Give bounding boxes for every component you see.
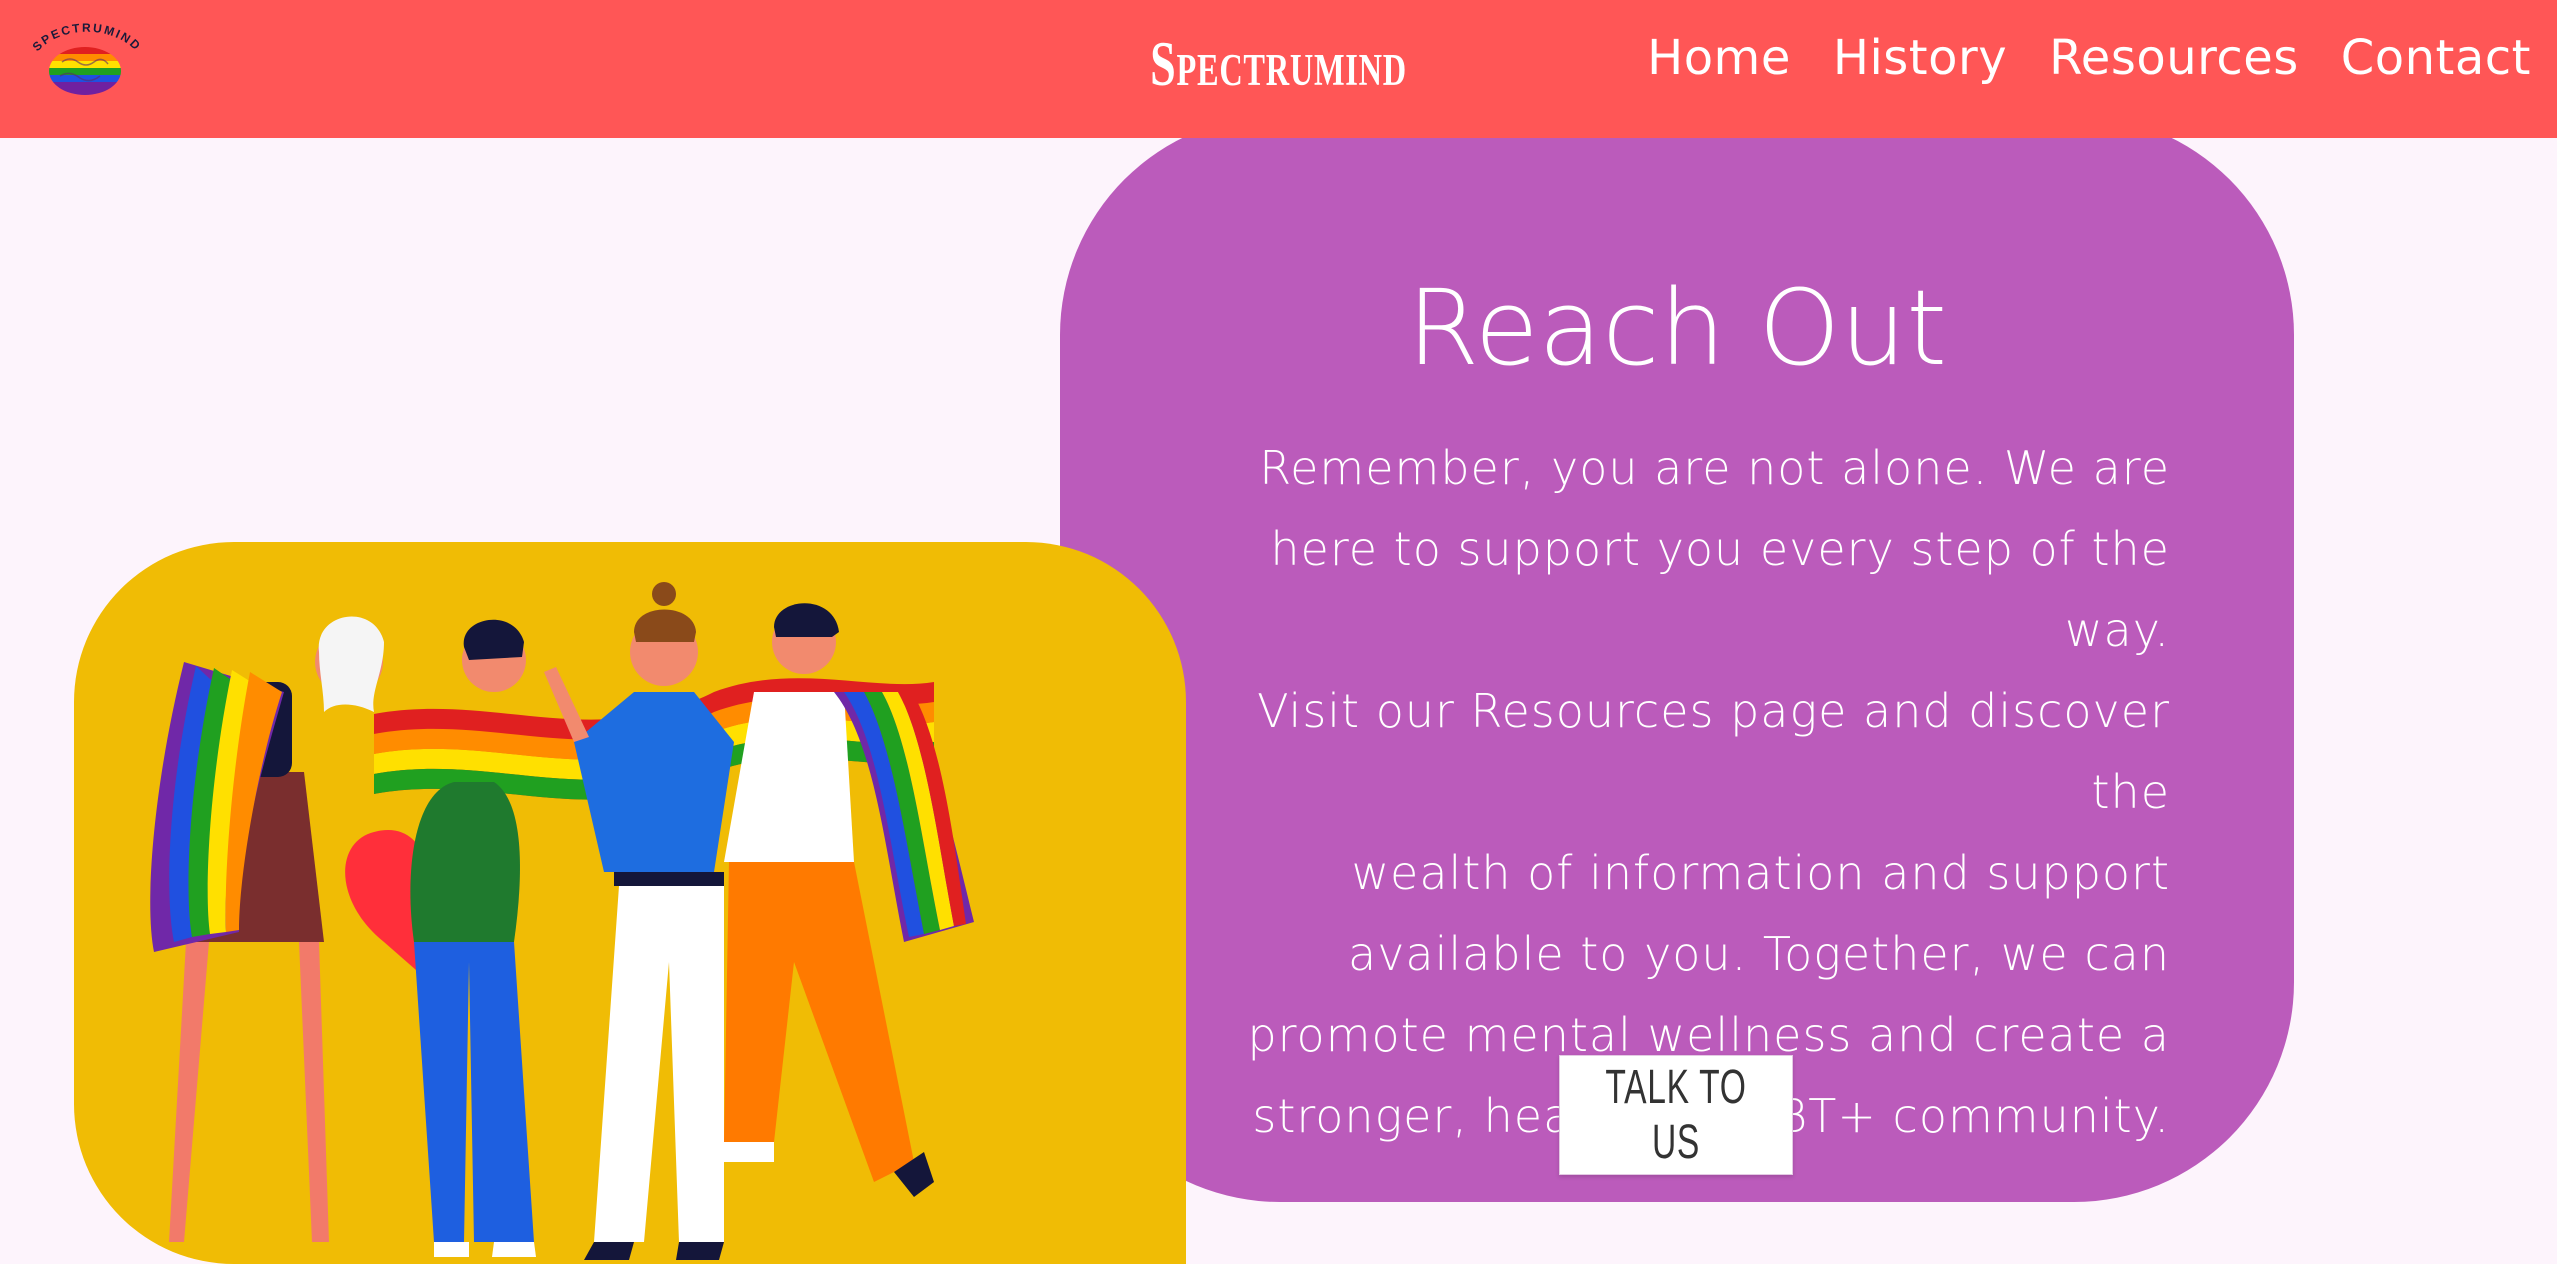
pride-people-image bbox=[150, 582, 974, 1260]
main-nav: Home History Resources Contact bbox=[1647, 26, 2531, 90]
person-4 bbox=[724, 603, 974, 1197]
person-3 bbox=[544, 582, 734, 1260]
nav-contact[interactable]: Contact bbox=[2341, 26, 2531, 90]
message-line: wealth of information and support bbox=[1351, 846, 2170, 900]
message-line: Remember, you are not alone. We are bbox=[1259, 441, 2170, 495]
spectrumind-logo[interactable]: SPECTRUMIND bbox=[22, 16, 152, 100]
message-line: Visit our Resources page and discover th… bbox=[1257, 684, 2170, 819]
nav-history[interactable]: History bbox=[1833, 26, 2007, 90]
nav-resources[interactable]: Resources bbox=[2049, 26, 2299, 90]
person-1 bbox=[150, 616, 384, 1242]
nav-home[interactable]: Home bbox=[1647, 26, 1791, 90]
talk-to-us-button[interactable]: TALK TO US bbox=[1559, 1055, 1793, 1175]
talk-to-us-label: TALK TO US bbox=[1605, 1061, 1747, 1169]
message-line: here to support you every step of the wa… bbox=[1270, 522, 2170, 657]
site-header: SPECTRUMIND Spectrumind Home History Res… bbox=[0, 0, 2557, 138]
reach-out-message: Remember, you are not alone. We are here… bbox=[1215, 428, 2170, 1157]
rainbow-brain-icon: SPECTRUMIND bbox=[30, 21, 142, 95]
message-line: available to you. Together, we can bbox=[1348, 927, 2170, 981]
pride-group-illustration bbox=[74, 542, 1186, 1264]
reach-out-title: Reach Out bbox=[1406, 266, 1947, 389]
